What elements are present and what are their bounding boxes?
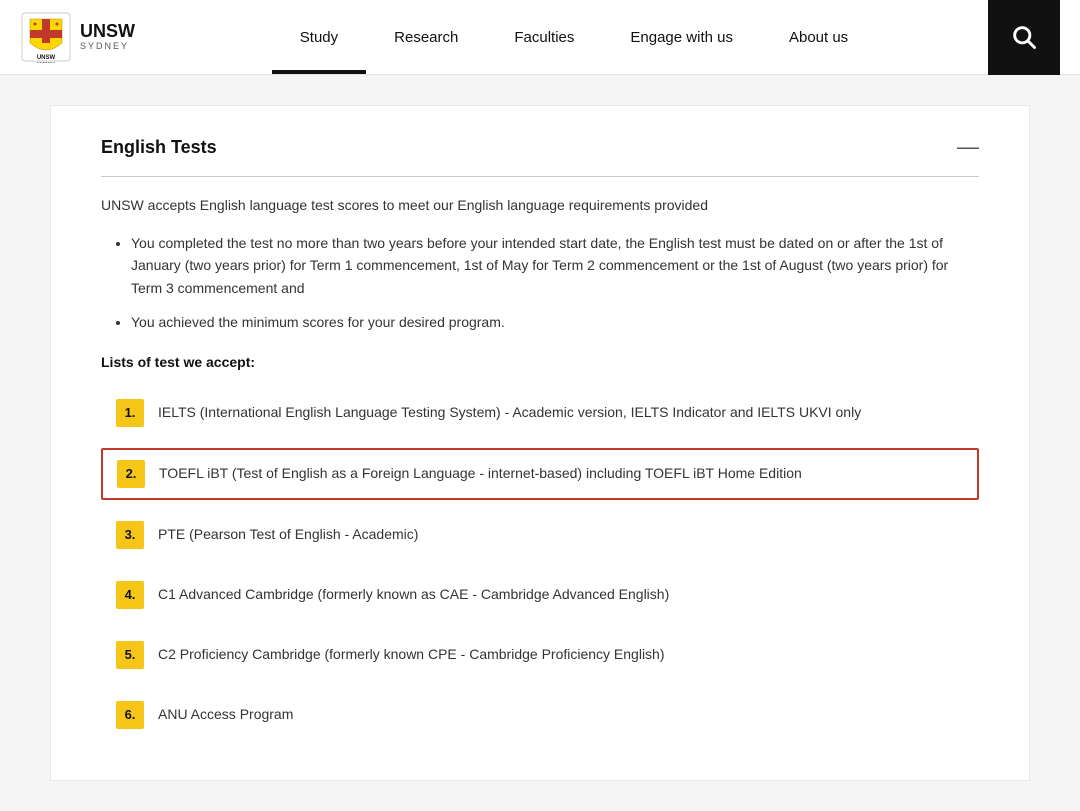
test-number-1: 1.	[116, 399, 144, 427]
divider	[101, 176, 979, 177]
test-item-4: 4. C1 Advanced Cambridge (formerly known…	[101, 570, 979, 620]
test-item-5: 5. C2 Proficiency Cambridge (formerly kn…	[101, 630, 979, 680]
search-icon	[1010, 23, 1038, 51]
intro-text: UNSW accepts English language test score…	[101, 195, 979, 216]
site-header: UNSW SYDNEY UNSW SYDNEY Study Research F…	[0, 0, 1080, 75]
test-item-2: 2. TOEFL iBT (Test of English as a Forei…	[101, 448, 979, 500]
requirement-item-1: You completed the test no more than two …	[131, 232, 979, 299]
test-number-6: 6.	[116, 701, 144, 729]
test-list: 1. IELTS (International English Language…	[101, 388, 979, 740]
collapse-button[interactable]: —	[957, 136, 979, 158]
test-item-6: 6. ANU Access Program	[101, 690, 979, 740]
nav-research[interactable]: Research	[366, 0, 486, 74]
test-item-1: 1. IELTS (International English Language…	[101, 388, 979, 438]
test-text-1: IELTS (International English Language Te…	[158, 403, 861, 423]
nav-faculties[interactable]: Faculties	[486, 0, 602, 74]
logo-area[interactable]: UNSW SYDNEY UNSW SYDNEY	[20, 11, 160, 63]
lists-label: Lists of test we accept:	[101, 354, 979, 370]
section-title: English Tests	[101, 137, 217, 158]
test-number-3: 3.	[116, 521, 144, 549]
main-content: English Tests — UNSW accepts English lan…	[0, 75, 1080, 811]
nav-study[interactable]: Study	[272, 0, 366, 74]
test-number-2: 2.	[117, 460, 145, 488]
nav-about[interactable]: About us	[761, 0, 876, 74]
test-number-4: 4.	[116, 581, 144, 609]
section-header: English Tests —	[101, 136, 979, 158]
test-text-5: C2 Proficiency Cambridge (formerly known…	[158, 645, 665, 665]
unsw-logo: UNSW SYDNEY	[20, 11, 72, 63]
main-nav: Study Research Faculties Engage with us …	[160, 0, 988, 74]
nav-engage[interactable]: Engage with us	[602, 0, 761, 74]
requirement-item-2: You achieved the minimum scores for your…	[131, 311, 979, 333]
test-item-3: 3. PTE (Pearson Test of English - Academ…	[101, 510, 979, 560]
content-card: English Tests — UNSW accepts English lan…	[50, 105, 1030, 781]
search-button[interactable]	[988, 0, 1060, 75]
test-text-2: TOEFL iBT (Test of English as a Foreign …	[159, 464, 802, 484]
test-text-4: C1 Advanced Cambridge (formerly known as…	[158, 585, 669, 605]
test-text-6: ANU Access Program	[158, 705, 293, 725]
requirements-list: You completed the test no more than two …	[131, 232, 979, 334]
logo-sydney-text: SYDNEY	[80, 42, 135, 52]
test-number-5: 5.	[116, 641, 144, 669]
test-text-3: PTE (Pearson Test of English - Academic)	[158, 525, 418, 545]
svg-text:SYDNEY: SYDNEY	[37, 61, 56, 63]
logo-unsw-text: UNSW	[80, 22, 135, 42]
